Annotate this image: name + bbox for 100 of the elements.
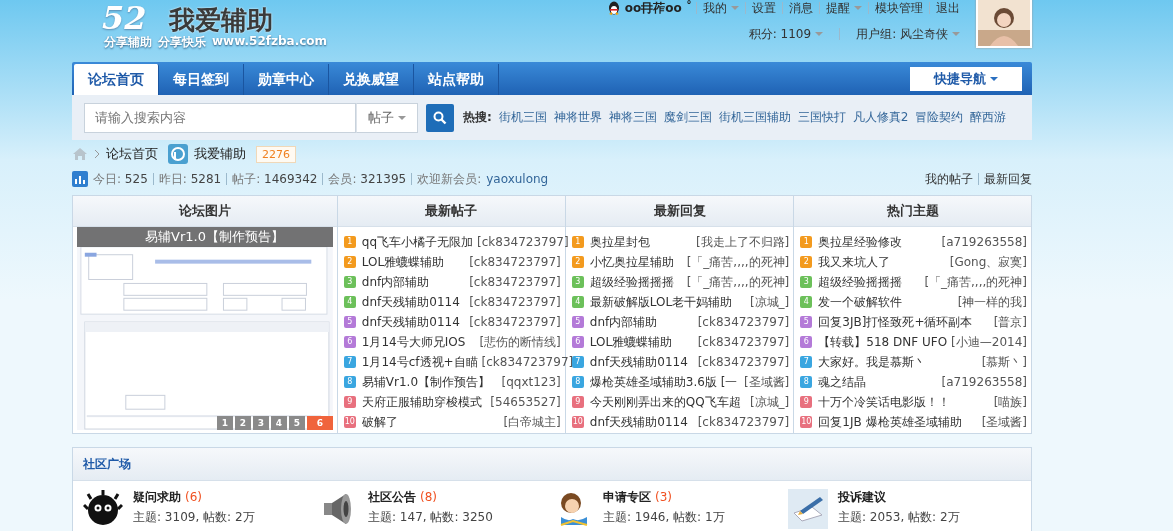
thread-link[interactable]: dnf天残辅助0114 — [361, 293, 466, 311]
author-link[interactable]: [凉城_] — [749, 293, 790, 311]
user-menu-link[interactable]: 模块管理 — [869, 0, 929, 17]
user-group-link[interactable]: 用户组: 风尘奇侠 — [850, 25, 966, 43]
user-menu-link[interactable]: 我的 — [697, 0, 745, 17]
nav-tab[interactable]: 论坛首页 — [74, 64, 159, 95]
author-link[interactable]: [ck834723797] — [697, 355, 790, 369]
forum-name-link[interactable]: 投诉建议 — [838, 490, 886, 504]
author-link[interactable]: [慕斯丶] — [981, 353, 1027, 371]
forum-name-link[interactable]: 申请专区 — [603, 490, 651, 504]
thread-link[interactable]: 爆枪英雄圣域辅助3.6版 [一 — [589, 373, 740, 391]
thread-link[interactable]: dnf内部辅助 — [361, 273, 466, 291]
column-header: 论坛图片 — [73, 196, 337, 227]
author-link[interactable]: [悲伤的断情线] — [479, 333, 561, 351]
user-menu-link[interactable]: 消息 — [783, 0, 819, 17]
search-scope-select[interactable]: 帖子 — [356, 102, 418, 133]
author-link[interactable]: [白帝城主] — [503, 413, 561, 431]
author-link[interactable]: [a719263558] — [941, 235, 1027, 249]
thread-link[interactable]: 奥拉星经验修改 — [818, 233, 938, 251]
forum-name-link[interactable]: 社区公告 — [368, 490, 416, 504]
author-link[interactable]: [ck834723797] — [469, 275, 561, 289]
hot-search-link[interactable]: 三国快打 — [797, 109, 846, 126]
thread-link[interactable]: LOL雅蠛蝶辅助 — [361, 253, 466, 271]
hot-search-link[interactable]: 街机三国 — [498, 109, 547, 126]
stats-link[interactable]: 我的帖子 — [925, 170, 973, 188]
thread-link[interactable]: 天府正服辅助穿梭模式 — [361, 393, 487, 411]
author-link[interactable]: [「_痛苦,,,,的死神] — [686, 273, 790, 291]
rank-badge: 2 — [343, 256, 356, 268]
thread-link[interactable]: 回复3JB]打怪致死+循环副本 — [818, 313, 990, 331]
thread-link[interactable]: 奥拉星封包 — [589, 233, 692, 251]
author-link[interactable]: [Gong、寂寞] — [949, 253, 1027, 271]
thread-link[interactable]: 超级经验摇摇摇 — [818, 273, 921, 291]
user-menu-link[interactable]: 提醒 — [820, 0, 868, 17]
forum-name-link[interactable]: 我爱辅助 — [194, 145, 246, 163]
hot-search-link[interactable]: 凡人修真2 — [852, 109, 909, 126]
rank-badge: 4 — [571, 296, 584, 308]
stat-text: 今日: 525 — [93, 170, 148, 188]
thread-link[interactable]: 超级经验摇摇摇 — [589, 273, 683, 291]
author-link[interactable]: [圣域酱] — [981, 413, 1027, 431]
author-link[interactable]: [qqxt123] — [501, 375, 561, 389]
thread-link[interactable]: 最新破解版LOL老干妈辅助 — [589, 293, 746, 311]
thread-link[interactable]: 回复1JB 爆枪英雄圣域辅助 — [818, 413, 978, 431]
thread-link[interactable]: dnf内部辅助 — [589, 313, 694, 331]
thread-link[interactable]: 魂之结晶 — [818, 373, 938, 391]
thread-link[interactable]: 易辅Vr1.0【制作预告】 — [361, 373, 498, 391]
thread-link[interactable]: 今天刚刚弄出来的QQ飞车超 — [589, 393, 746, 411]
thread-link[interactable]: 大家好。我是慕斯丶 — [818, 353, 978, 371]
search-field[interactable]: 请输入搜索内容 — [84, 102, 356, 133]
thread-link[interactable]: 破解了 — [361, 413, 500, 431]
thread-link[interactable]: LOL雅蠛蝶辅助 — [589, 333, 694, 351]
hot-search-link[interactable]: 神将三国 — [608, 109, 657, 126]
forum-name-link[interactable]: 疑问求助 — [133, 490, 181, 504]
author-link[interactable]: [小迪—2014] — [951, 333, 1027, 351]
hot-search-link[interactable]: 街机三国辅助 — [718, 109, 791, 126]
author-link[interactable]: [「_痛苦,,,,的死神] — [686, 253, 790, 271]
thread-link[interactable]: dnf天残辅助0114 — [361, 313, 466, 331]
breadcrumb-link[interactable]: 论坛首页 — [106, 145, 158, 163]
thread-link[interactable]: dnf天残辅助0114 — [589, 353, 694, 371]
rank-badge: 3 — [800, 276, 813, 288]
user-menu-link[interactable]: 设置 — [746, 0, 782, 17]
author-link[interactable]: [凉城_] — [749, 393, 790, 411]
thread-link[interactable]: 我又来坑人了 — [818, 253, 946, 271]
author-link[interactable]: [「_痛苦,,,,的死神] — [924, 273, 1027, 291]
author-link[interactable]: [ck834723797] — [697, 335, 790, 349]
pen-paper-icon[interactable] — [788, 489, 828, 529]
rank-badge: 7 — [343, 356, 356, 368]
author-link[interactable]: [我走上了不归路] — [695, 233, 790, 251]
points-link[interactable]: 积分: 1109 — [742, 25, 830, 43]
search-button[interactable] — [426, 103, 454, 132]
author-link[interactable]: [54653527] — [490, 395, 561, 409]
thread-link[interactable]: 【转载】518 DNF UFO — [818, 333, 948, 351]
thread-link[interactable]: 1月14号大师兄IOS — [361, 333, 476, 351]
author-link[interactable]: [ck834723797] — [469, 295, 561, 309]
author-link[interactable]: [ck834723797] — [477, 235, 569, 249]
author-link[interactable]: [ck834723797] — [697, 415, 790, 429]
hot-search-link[interactable]: 醉西游 — [970, 109, 1007, 126]
new-member-link[interactable]: yaoxulong — [486, 172, 549, 186]
author-link[interactable]: [圣域酱] — [743, 373, 790, 391]
hot-search-link[interactable]: 冒险契约 — [915, 109, 964, 126]
thread-link[interactable]: 1月14号cf透视+自瞄 — [361, 353, 478, 371]
author-link[interactable]: [神一样的我] — [957, 293, 1027, 311]
author-link[interactable]: [ck834723797] — [469, 255, 561, 269]
hot-search-link[interactable]: 神将世界 — [553, 109, 602, 126]
hot-search-link[interactable]: 魔剑三国 — [663, 109, 712, 126]
author-link[interactable]: [喵族] — [993, 393, 1027, 411]
author-link[interactable]: [ck834723797] — [469, 315, 561, 329]
author-link[interactable]: [普京] — [993, 313, 1027, 331]
thread-link[interactable]: dnf天残辅助0114 — [589, 413, 694, 431]
author-link[interactable]: [ck834723797] — [697, 315, 790, 329]
user-name[interactable]: oo冄莋oo ˚ — [624, 0, 692, 17]
stats-link[interactable]: 最新回复 — [984, 170, 1032, 188]
user-menu-link[interactable]: 退出 — [930, 0, 966, 17]
thread-link[interactable]: 发一个破解软件 — [818, 293, 954, 311]
thread-link[interactable]: 小忆奥拉星辅助 — [589, 253, 683, 271]
quick-nav-button[interactable]: 快捷导航 — [910, 66, 1022, 91]
rank-badge: 1 — [343, 236, 356, 248]
thread-link[interactable]: 十万个冷笑话电影版！！ — [818, 393, 990, 411]
author-link[interactable]: [a719263558] — [941, 375, 1027, 389]
thread-link[interactable]: qq飞车小橘子无限加 — [361, 233, 474, 251]
stat-text: 会员: 321395 — [328, 170, 407, 188]
